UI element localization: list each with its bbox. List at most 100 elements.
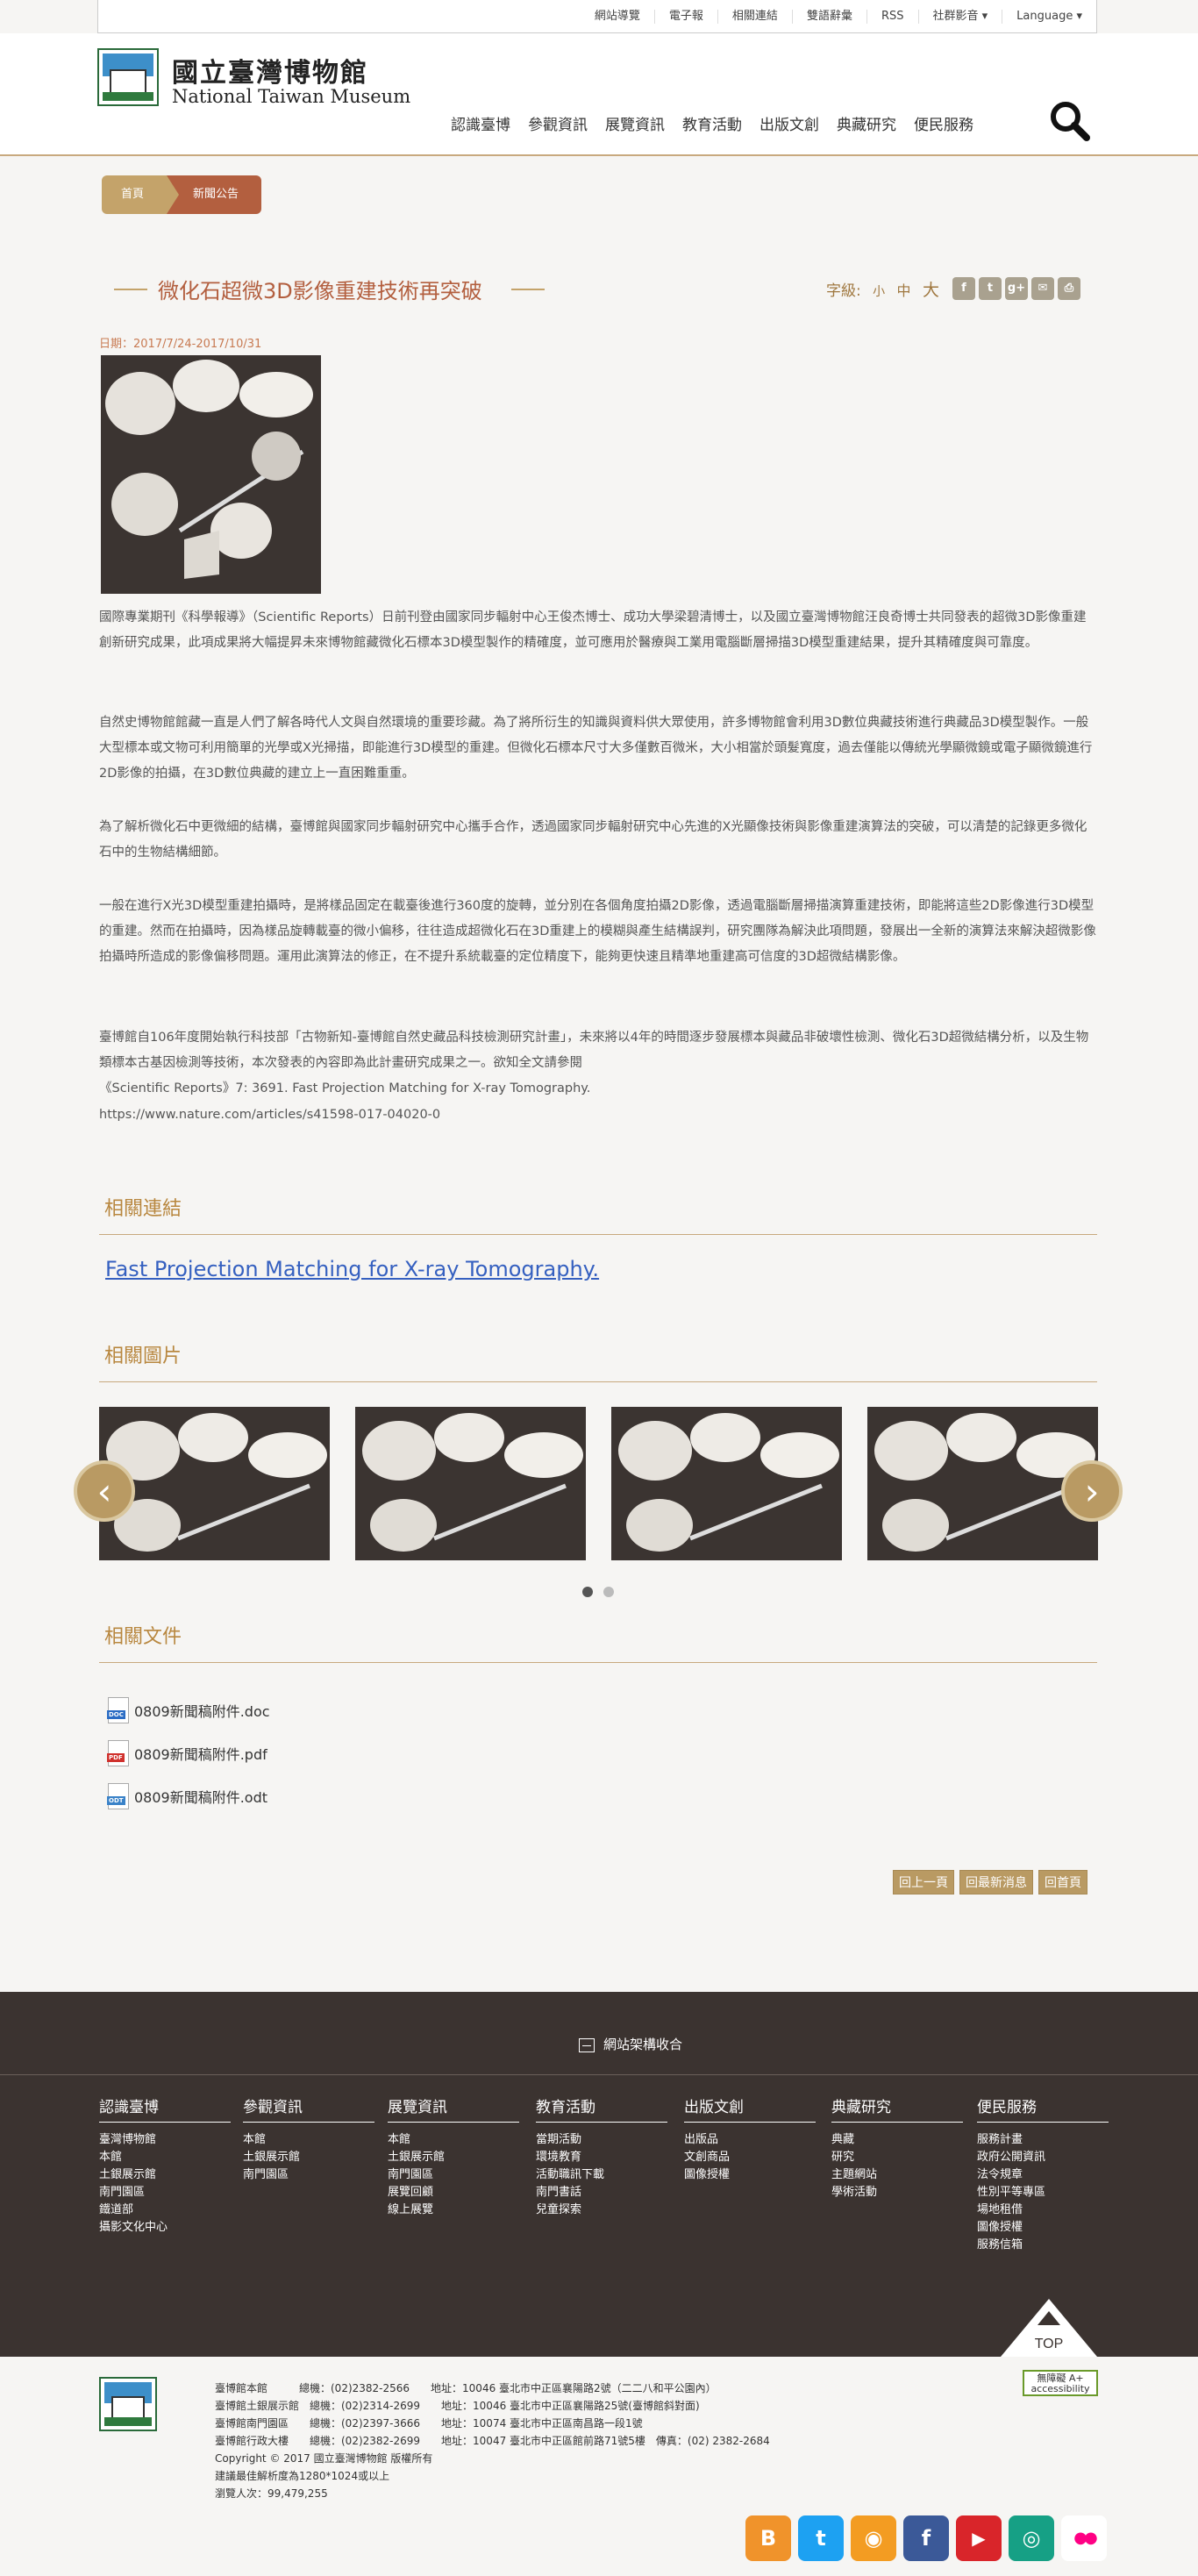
doc-link[interactable]: PDF 0809新聞稿附件.pdf [107, 1740, 267, 1766]
footer-col-visit: 參觀資訊 本館 土銀展示館 南門園區 [243, 2094, 374, 2184]
doc-link[interactable]: DOC 0809新聞稿附件.doc [107, 1697, 270, 1723]
utility-link-related[interactable]: 相關連結 [717, 10, 792, 24]
footer-link[interactable]: 活動職訊下載 [536, 2166, 667, 2184]
utility-link-language[interactable]: Language ▾ [1002, 10, 1096, 24]
footer-link[interactable]: 土銀展示館 [99, 2166, 231, 2184]
nav-item-publications[interactable]: 出版文創 [759, 112, 819, 134]
nav-item-about[interactable]: 認識臺博 [451, 112, 510, 134]
footer-link[interactable]: 攝影文化中心 [99, 2219, 231, 2237]
home-button[interactable]: 回首頁 [1038, 1870, 1087, 1895]
footer-link[interactable]: 南門書話 [536, 2184, 667, 2201]
footer-link[interactable]: 土銀展示館 [388, 2149, 519, 2166]
footer-link[interactable]: 研究 [831, 2149, 963, 2166]
footer-link[interactable]: 服務計畫 [977, 2131, 1109, 2149]
nav-item-exhibitions[interactable]: 展覽資訊 [605, 112, 665, 134]
footer-link[interactable]: 本館 [243, 2131, 374, 2149]
footer-link[interactable]: 線上展覽 [388, 2201, 519, 2219]
footer-link[interactable]: 圖像授權 [977, 2219, 1109, 2237]
utility-link-newsletter[interactable]: 電子報 [653, 10, 717, 24]
print-icon[interactable]: ⎙ [1058, 277, 1080, 300]
utility-link-glossary[interactable]: 雙語辭彙 [791, 10, 866, 24]
footer-link[interactable]: 當期活動 [536, 2131, 667, 2149]
footer-link[interactable]: 環境教育 [536, 2149, 667, 2166]
footer-link[interactable]: 出版品 [684, 2131, 816, 2149]
font-medium-button[interactable]: 中 [897, 282, 911, 299]
facebook-share-icon[interactable]: f [952, 277, 975, 300]
footer-col-title[interactable]: 認識臺博 [99, 2094, 231, 2123]
back-button[interactable]: 回上一頁 [893, 1870, 954, 1895]
flickr-icon[interactable]: ●● [1061, 2515, 1107, 2561]
footer-link[interactable]: 場地租借 [977, 2201, 1109, 2219]
blogger-icon[interactable]: B [745, 2515, 791, 2561]
footer-link[interactable]: 性別平等專區 [977, 2184, 1109, 2201]
facebook-icon[interactable]: f [903, 2515, 949, 2561]
footer-link[interactable]: 展覽回顧 [388, 2184, 519, 2201]
share-tools: f t g+ ✉ ⎙ [952, 277, 1084, 300]
footer-link[interactable]: 主題網站 [831, 2166, 963, 2184]
twitter-share-icon[interactable]: t [979, 277, 1002, 300]
footer-col-title[interactable]: 出版文創 [684, 2094, 816, 2123]
footer-col-title[interactable]: 典藏研究 [831, 2094, 963, 2123]
footer-link[interactable]: 南門園區 [243, 2166, 374, 2184]
footer-link[interactable]: 政府公開資訊 [977, 2149, 1109, 2166]
font-large-button[interactable]: 大 [923, 281, 939, 300]
email-share-icon[interactable]: ✉ [1031, 277, 1054, 300]
footer-link[interactable]: 文創商品 [684, 2149, 816, 2166]
youtube-icon[interactable]: ▶ [956, 2515, 1002, 2561]
sitemap-collapse-toggle[interactable]: 網站架構收合 [579, 2035, 682, 2053]
related-link[interactable]: Fast Projection Matching for X-ray Tomog… [105, 1257, 599, 1281]
footer-col-title[interactable]: 便民服務 [977, 2094, 1109, 2123]
rss-icon[interactable]: ◉ [851, 2515, 896, 2561]
footer-link[interactable]: 學術活動 [831, 2184, 963, 2201]
gallery-image[interactable] [611, 1407, 842, 1560]
footer-link[interactable]: 法令規章 [977, 2166, 1109, 2184]
footer-link[interactable]: 南門園區 [99, 2184, 231, 2201]
gallery-image[interactable] [355, 1407, 586, 1560]
news-list-button[interactable]: 回最新消息 [959, 1870, 1033, 1895]
footer-link[interactable]: 本館 [388, 2131, 519, 2149]
breadcrumb-home[interactable]: 首頁 [102, 175, 180, 214]
search-icon[interactable] [1047, 98, 1091, 142]
gallery-dot-active[interactable] [582, 1587, 593, 1597]
nav-item-collections[interactable]: 典藏研究 [837, 112, 896, 134]
pdf-file-icon: PDF [107, 1740, 129, 1766]
breadcrumb-current[interactable]: 新聞公告 [167, 175, 262, 214]
footer-link[interactable]: 兒童探索 [536, 2201, 667, 2219]
footer-link[interactable]: 服務信箱 [977, 2237, 1109, 2254]
footer-link[interactable]: 圖像授權 [684, 2166, 816, 2184]
footer-link[interactable]: 土銀展示館 [243, 2149, 374, 2166]
article-url[interactable]: https://www.nature.com/articles/s41598-0… [99, 1102, 1097, 1128]
museum-logo-icon[interactable] [99, 2377, 157, 2431]
footer-link[interactable]: 鐵道部 [99, 2201, 231, 2219]
back-to-top-button[interactable]: TOP [1001, 2299, 1097, 2357]
tripadvisor-icon[interactable]: ◎ [1009, 2515, 1054, 2561]
gallery-prev-button[interactable]: ‹ [74, 1460, 135, 1522]
font-size-label: 字級: [826, 282, 861, 300]
doc-link[interactable]: ODT 0809新聞稿附件.odt [107, 1783, 267, 1809]
utility-link-social[interactable]: 社群影音 ▾ [917, 10, 1002, 24]
brand-name-en[interactable]: National Taiwan Museum [172, 86, 410, 107]
footer-link[interactable]: 本館 [99, 2149, 231, 2166]
nav-item-education[interactable]: 教育活動 [682, 112, 742, 134]
utility-link-rss[interactable]: RSS [866, 10, 918, 24]
googleplus-share-icon[interactable]: g+ [1005, 277, 1028, 300]
footer-col-title[interactable]: 參觀資訊 [243, 2094, 374, 2123]
footer-link[interactable]: 典藏 [831, 2131, 963, 2149]
utility-link-sitemap[interactable]: 網站導覽 [581, 10, 654, 24]
nav-item-services[interactable]: 便民服務 [914, 112, 973, 134]
font-small-button[interactable]: 小 [873, 285, 885, 299]
footer-col-title[interactable]: 教育活動 [536, 2094, 667, 2123]
museum-logo-icon[interactable] [97, 48, 159, 106]
brand-name-cn[interactable]: 國立臺灣博物館 [172, 51, 368, 89]
footer-link[interactable]: 臺灣博物館 [99, 2131, 231, 2149]
footer-col-collections: 典藏研究 典藏 研究 主題網站 學術活動 [831, 2094, 963, 2201]
top-label: TOP [1035, 2337, 1064, 2351]
accessibility-badge[interactable]: 無障礙 A+ accessibility [1023, 2370, 1098, 2396]
nav-item-visit[interactable]: 參觀資訊 [528, 112, 588, 134]
twitter-icon[interactable]: t [798, 2515, 844, 2561]
gallery-next-button[interactable]: › [1061, 1460, 1123, 1522]
footer-link[interactable]: 南門園區 [388, 2166, 519, 2184]
gallery-dot[interactable] [603, 1587, 615, 1597]
microfossil-photo [101, 355, 321, 594]
footer-col-title[interactable]: 展覽資訊 [388, 2094, 519, 2123]
